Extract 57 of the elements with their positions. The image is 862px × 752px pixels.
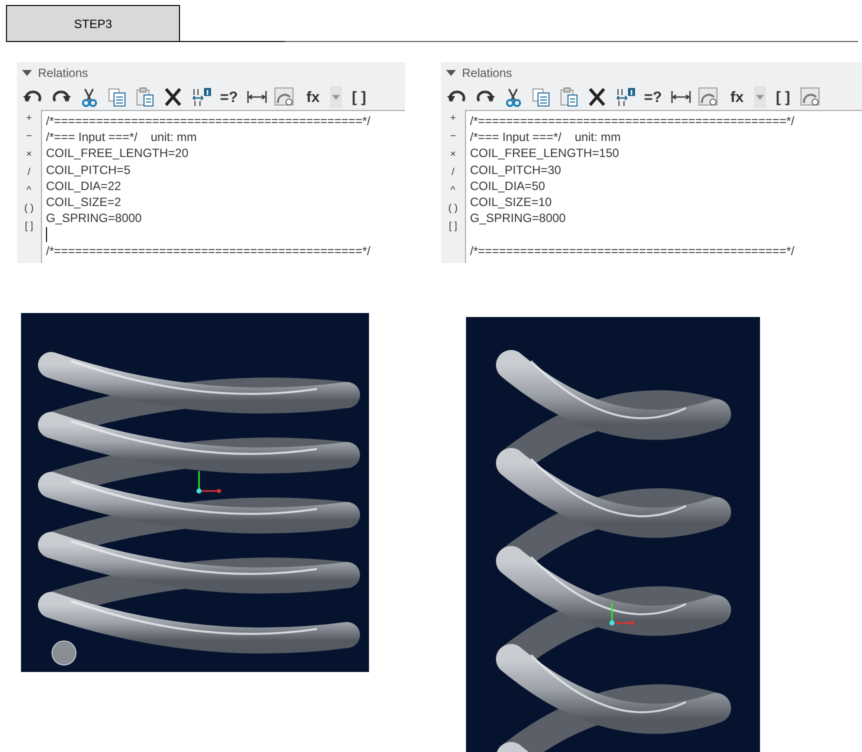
- gauge-icon[interactable]: [800, 87, 822, 107]
- code-line: COIL_DIA=22: [46, 178, 122, 194]
- axis-triad-icon: [610, 603, 634, 626]
- toolbar-button[interactable]: =?: [642, 88, 664, 106]
- toolbar-button[interactable]: =?: [218, 88, 240, 106]
- delete-icon[interactable]: [162, 87, 184, 107]
- operator-button[interactable]: /: [452, 167, 454, 178]
- operator-button[interactable]: [ ]: [24, 221, 34, 232]
- code-line: /*============================================*/: [46, 113, 372, 130]
- paste-icon[interactable]: [134, 87, 156, 107]
- text-caret: [46, 227, 47, 242]
- gauge-icon[interactable]: [274, 87, 296, 107]
- collapse-triangle-icon[interactable]: [22, 70, 32, 76]
- dimension-info-icon[interactable]: [190, 87, 212, 107]
- code-line: /*=== Input ===*/ unit: mm: [470, 129, 622, 146]
- operator-button[interactable]: ×: [450, 149, 456, 160]
- code-line: /*============================================*/: [46, 242, 372, 259]
- step-label: STEP3: [6, 5, 180, 42]
- toolbar-button[interactable]: fx: [726, 88, 748, 106]
- code-line: /*============================================*/: [470, 113, 796, 130]
- operator-button[interactable]: −: [26, 131, 32, 142]
- collapse-triangle-icon[interactable]: [446, 70, 456, 76]
- operator-button[interactable]: +: [450, 113, 456, 124]
- code-line: G_SPRING=8000: [46, 210, 143, 226]
- copy-icon[interactable]: [106, 87, 128, 107]
- toolbar-button[interactable]: [ ]: [348, 88, 370, 106]
- code-line: COIL_FREE_LENGTH=150: [470, 145, 620, 162]
- relations-editor[interactable]: /*============================================*/ /*=== Input ===*/ unit: mm COIL_FREE_LENGTH=20 COIL_PITCH=5 COIL_DIA=22 COIL_SIZE=2 G_SPRING=8000 /*============================================*/: [41, 110, 405, 263]
- operator-button[interactable]: ×: [26, 149, 32, 160]
- operator-button[interactable]: [ ]: [448, 221, 458, 232]
- code-line: COIL_DIA=50: [470, 178, 546, 194]
- code-line: /*=== Input ===*/ unit: mm: [46, 129, 198, 146]
- operator-button[interactable]: ^: [450, 185, 456, 196]
- panel-title: Relations: [38, 66, 88, 80]
- copy-icon[interactable]: [530, 87, 552, 107]
- code-line: COIL_FREE_LENGTH=20: [46, 145, 190, 162]
- operator-button[interactable]: ( ): [24, 203, 34, 214]
- paste-icon[interactable]: [558, 87, 580, 107]
- code-line: COIL_SIZE=10: [470, 194, 553, 210]
- operator-button[interactable]: ( ): [448, 203, 458, 214]
- operator-button[interactable]: /: [28, 167, 30, 178]
- panel-title: Relations: [462, 66, 512, 80]
- dimension-info-icon[interactable]: [614, 87, 636, 107]
- operator-button[interactable]: −: [450, 131, 456, 142]
- code-line: G_SPRING=8000: [470, 210, 567, 226]
- delete-icon[interactable]: [586, 87, 608, 107]
- gauge-icon[interactable]: [698, 87, 720, 107]
- code-line: COIL_SIZE=2: [46, 194, 122, 210]
- toolbar-button[interactable]: fx: [302, 88, 324, 106]
- axis-triad-icon: [196, 471, 221, 494]
- code-line: /*============================================*/: [470, 242, 796, 259]
- toolbar-button[interactable]: [ ]: [772, 88, 794, 106]
- code-line: COIL_PITCH=30: [470, 162, 562, 178]
- relations-editor[interactable]: /*============================================*/ /*=== Input ===*/ unit: mm COIL_FREE_LENGTH=150 COIL_PITCH=30 COIL_DIA=50 COIL_SIZE=10 G_SPRING=8000 /*============================================*/: [465, 110, 862, 263]
- operator-button[interactable]: ^: [26, 185, 32, 196]
- operator-button[interactable]: +: [26, 113, 32, 124]
- code-line: COIL_PITCH=5: [46, 162, 132, 178]
